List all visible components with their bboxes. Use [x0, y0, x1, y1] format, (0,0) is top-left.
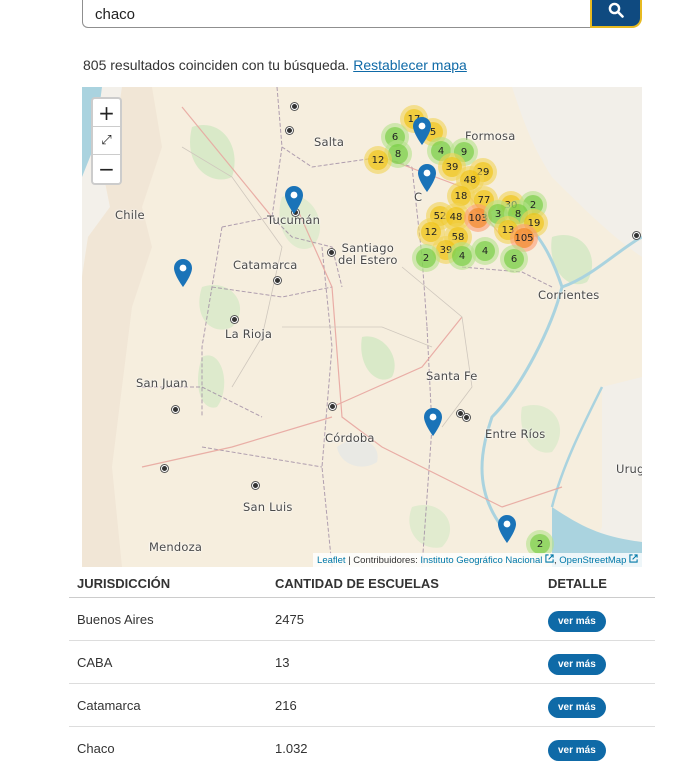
city-dot [633, 232, 640, 239]
search-bar [82, 0, 642, 28]
search-input[interactable] [82, 0, 592, 28]
school-count: 13 [275, 654, 290, 670]
header-cantidad: CANTIDAD DE ESCUELAS [275, 576, 439, 591]
city-dot [172, 406, 179, 413]
search-button[interactable] [590, 0, 642, 28]
school-count: 1.032 [275, 741, 308, 756]
city-dot [463, 414, 470, 421]
school-count: 2475 [275, 611, 304, 627]
table-row: CABA 13 ver más [69, 641, 655, 684]
place-label-entrerios: Entre Ríos [485, 427, 546, 441]
osm-link[interactable]: OpenStreetMap [559, 555, 626, 566]
school-count: 216 [275, 697, 297, 713]
place-label-catamarca: Catamarca [233, 258, 298, 272]
search-icon [608, 2, 624, 18]
map-pin-icon[interactable] [496, 514, 518, 544]
map[interactable]: Chile Salta Formosa Tucumán Santiago del… [82, 87, 642, 567]
zoom-in-button[interactable]: + [93, 99, 120, 127]
header-jurisdiccion: JURISDICCIÓN [77, 576, 171, 591]
cluster-marker[interactable]: 12 [364, 146, 392, 174]
cluster-marker[interactable]: 4 [471, 237, 499, 265]
city-dot [329, 403, 336, 410]
zoom-out-button[interactable]: − [93, 155, 120, 183]
ver-mas-button[interactable]: ver más [548, 696, 606, 718]
place-label-santafe: Santa Fe [426, 369, 478, 383]
place-label-santiago: Santiago del Estero [338, 241, 398, 267]
table-row: Chaco 1.032 ver más [69, 727, 655, 770]
results-count-text: 805 resultados coinciden con tu búsqueda… [83, 57, 350, 73]
city-dot [231, 316, 238, 323]
attribution-separator: | Contribuidores: [345, 555, 421, 566]
city-dot [161, 465, 168, 472]
jurisdictions-table: JURISDICCIÓN CANTIDAD DE ESCUELAS DETALL… [69, 570, 655, 770]
header-detalle: DETALLE [548, 576, 607, 591]
city-dot [252, 482, 259, 489]
jurisdiction-name: CABA [77, 654, 113, 670]
map-attribution: Leaflet | Contribuidores: Instituto Geog… [313, 553, 642, 567]
place-label-salta: Salta [314, 135, 345, 149]
map-pin-icon[interactable] [172, 258, 194, 288]
ver-mas-button[interactable]: ver más [548, 610, 606, 632]
jurisdiction-name: Buenos Aires [77, 611, 154, 627]
city-dot [291, 103, 298, 110]
map-pin-icon[interactable] [416, 163, 438, 193]
cluster-marker[interactable]: 2 [412, 244, 440, 272]
zoom-controls: + ⤢ − [91, 97, 122, 185]
map-base-layer [82, 87, 642, 567]
city-dot [274, 277, 281, 284]
jurisdiction-name: Chaco [77, 741, 115, 756]
table-header: JURISDICCIÓN CANTIDAD DE ESCUELAS DETALL… [69, 570, 655, 598]
place-label-corrientes: Corrientes [538, 288, 600, 302]
ign-link[interactable]: Instituto Geográfico Nacional [420, 555, 542, 566]
place-label-sanluis: San Luis [243, 500, 293, 514]
map-pin-icon[interactable] [422, 407, 444, 437]
table-row: Catamarca 216 ver más [69, 684, 655, 727]
place-label-urug: Urug [616, 462, 642, 476]
jurisdiction-name: Catamarca [77, 697, 141, 713]
ver-mas-button[interactable]: ver más [548, 653, 606, 675]
fullscreen-button[interactable]: ⤢ [93, 127, 120, 155]
cluster-marker[interactable]: 6 [500, 245, 528, 273]
map-pin-icon[interactable] [411, 116, 433, 146]
reset-map-link[interactable]: Restablecer mapa [353, 57, 467, 73]
place-label-chile: Chile [115, 208, 145, 222]
ver-mas-button[interactable]: ver más [548, 740, 606, 761]
table-row: Buenos Aires 2475 ver más [69, 598, 655, 641]
place-label-cordoba: Córdoba [325, 431, 375, 445]
place-label-mendoza: Mendoza [149, 540, 203, 554]
place-label-larioja: La Rioja [225, 327, 273, 341]
city-dot [328, 249, 335, 256]
city-dot [286, 127, 293, 134]
place-label-sanjuan: San Juan [136, 376, 188, 390]
results-summary: 805 resultados coinciden con tu búsqueda… [83, 57, 467, 73]
map-pin-icon[interactable] [283, 185, 305, 215]
external-link-icon [545, 554, 554, 563]
leaflet-link[interactable]: Leaflet [317, 555, 346, 566]
external-link-icon [629, 554, 638, 563]
